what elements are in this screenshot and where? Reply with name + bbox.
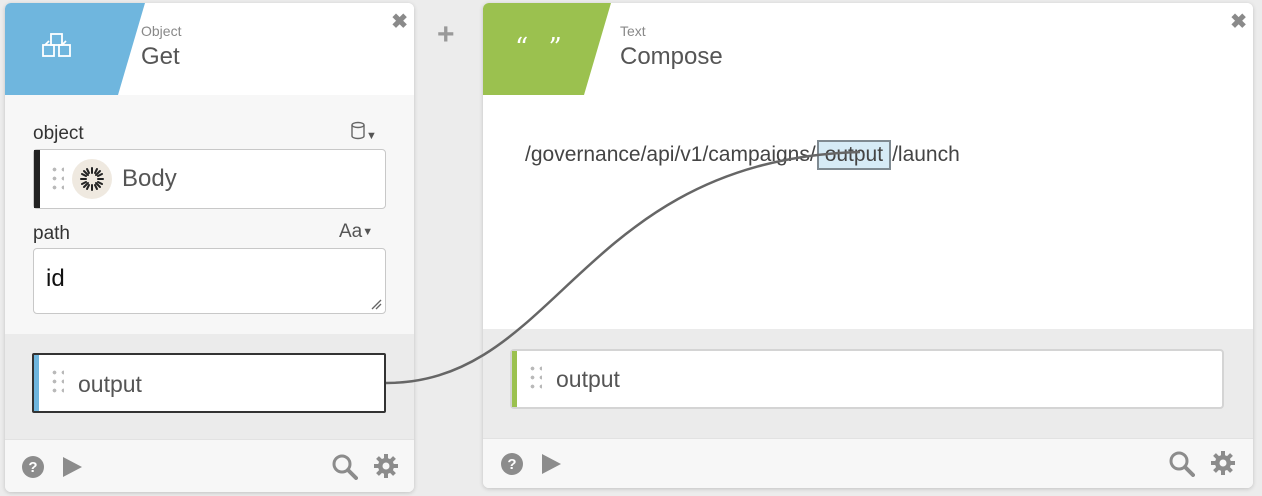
sunburst-icon bbox=[72, 159, 112, 199]
svg-text:?: ? bbox=[28, 459, 37, 476]
output-token[interactable]: output bbox=[816, 140, 892, 170]
output-stripe bbox=[34, 355, 39, 411]
get-node-outputs: output bbox=[5, 334, 414, 441]
chevron-down-icon: ▼ bbox=[362, 225, 374, 238]
node-type-label: Object bbox=[141, 23, 182, 39]
output-label: output bbox=[556, 366, 620, 392]
get-node[interactable]: Object Get ✖ object ▼ Body path Aa▼ id o… bbox=[5, 3, 414, 492]
compose-node-footer: ? bbox=[483, 438, 1253, 488]
database-icon bbox=[351, 121, 365, 140]
get-node-header[interactable]: Object Get ✖ bbox=[5, 3, 414, 95]
text-literal: /governance/api/v1/campaigns/ bbox=[525, 143, 816, 166]
output-stripe bbox=[512, 351, 517, 407]
chevron-down-icon: ▼ bbox=[366, 129, 377, 142]
close-icon[interactable]: ✖ bbox=[1230, 9, 1247, 34]
compose-node[interactable]: “ ” Text Compose ✖ /governance/api/v1/ca… bbox=[483, 3, 1253, 488]
resize-handle-icon[interactable] bbox=[370, 298, 382, 310]
play-icon[interactable] bbox=[539, 452, 563, 476]
object-field[interactable]: Body bbox=[33, 149, 386, 209]
path-field-label: path bbox=[33, 223, 70, 244]
search-icon[interactable] bbox=[332, 454, 358, 480]
compose-node-header[interactable]: “ ” Text Compose ✖ bbox=[483, 3, 1253, 95]
path-field[interactable]: id bbox=[33, 248, 386, 314]
play-icon[interactable] bbox=[60, 455, 84, 479]
add-step-button[interactable]: + bbox=[437, 18, 455, 52]
output-port[interactable]: output bbox=[510, 349, 1224, 409]
compose-text[interactable]: /governance/api/v1/campaigns/output/laun… bbox=[525, 140, 960, 170]
close-icon[interactable]: ✖ bbox=[391, 9, 408, 34]
gear-icon[interactable] bbox=[373, 453, 399, 479]
help-icon[interactable]: ? bbox=[21, 455, 45, 479]
text-type-indicator: Aa bbox=[339, 221, 363, 242]
text-literal: /launch bbox=[892, 143, 960, 166]
drag-handle-icon[interactable] bbox=[50, 165, 64, 191]
object-field-label: object bbox=[33, 123, 84, 144]
gear-icon[interactable] bbox=[1210, 450, 1236, 476]
text-type-selector[interactable]: Aa▼ bbox=[339, 221, 373, 243]
database-type-icon[interactable]: ▼ bbox=[350, 121, 377, 147]
node-title: Get bbox=[141, 43, 180, 70]
compose-text-editor[interactable]: /governance/api/v1/campaigns/output/laun… bbox=[483, 95, 1253, 329]
field-stripe bbox=[34, 150, 40, 208]
svg-text:?: ? bbox=[507, 456, 516, 473]
help-icon[interactable]: ? bbox=[500, 452, 524, 476]
compose-node-outputs: output bbox=[483, 329, 1253, 439]
search-icon[interactable] bbox=[1169, 451, 1195, 477]
get-node-inputs: object ▼ Body path Aa▼ id bbox=[5, 95, 414, 334]
object-field-value: Body bbox=[122, 165, 177, 192]
output-port[interactable]: output bbox=[32, 353, 386, 413]
output-label: output bbox=[78, 371, 142, 397]
node-title: Compose bbox=[620, 43, 723, 70]
quotes-icon: “ ” bbox=[515, 33, 568, 63]
drag-handle-icon[interactable] bbox=[528, 364, 542, 390]
path-field-value: id bbox=[46, 265, 65, 292]
get-node-header-tab bbox=[5, 3, 145, 95]
drag-handle-icon[interactable] bbox=[50, 368, 64, 394]
get-node-footer: ? bbox=[5, 439, 414, 492]
node-type-label: Text bbox=[620, 23, 646, 39]
